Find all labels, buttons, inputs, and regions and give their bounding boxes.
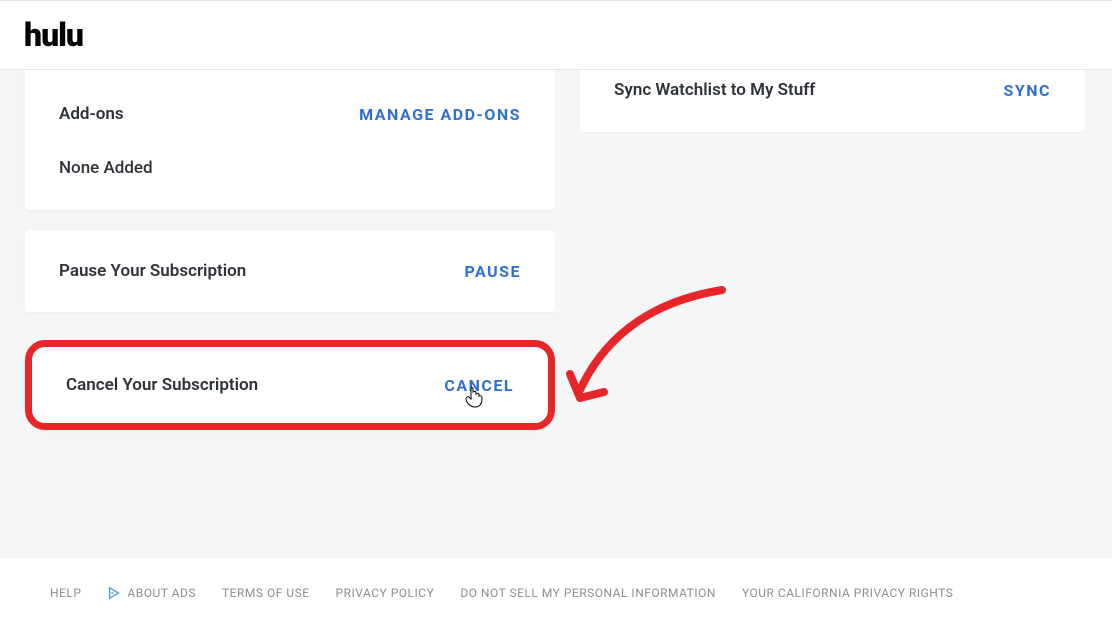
footer-links: HELP ABOUT ADS TERMS OF USE PRIVACY POLI… (0, 558, 1112, 628)
footer-about-ads-label: ABOUT ADS (127, 586, 196, 600)
pause-title: Pause Your Subscription (59, 261, 246, 281)
cancel-subscription-card: Cancel Your Subscription CANCEL (25, 340, 555, 430)
annotation-arrow-icon (562, 280, 732, 415)
cancel-title: Cancel Your Subscription (66, 375, 258, 395)
footer-about-ads[interactable]: ABOUT ADS (107, 586, 196, 600)
footer-ccpa[interactable]: YOUR CALIFORNIA PRIVACY RIGHTS (742, 586, 953, 600)
manage-addons-button[interactable]: MANAGE ADD-ONS (359, 105, 521, 124)
sync-button[interactable]: SYNC (1003, 81, 1051, 100)
pause-button[interactable]: PAUSE (464, 262, 521, 281)
adchoices-icon (107, 586, 121, 600)
sync-title: Sync Watchlist to My Stuff (614, 80, 815, 100)
addons-card: Add-ons MANAGE ADD-ONS None Added (25, 70, 555, 210)
footer-terms[interactable]: TERMS OF USE (222, 586, 310, 600)
addons-value: None Added (59, 158, 521, 178)
hulu-logo: hulu (24, 16, 83, 54)
footer-privacy[interactable]: PRIVACY POLICY (336, 586, 435, 600)
addons-title: Add-ons (59, 104, 124, 124)
cancel-button[interactable]: CANCEL (444, 376, 514, 395)
footer-help[interactable]: HELP (50, 586, 81, 600)
footer-do-not-sell[interactable]: DO NOT SELL MY PERSONAL INFORMATION (460, 586, 716, 600)
account-content: Add-ons MANAGE ADD-ONS None Added Sync W… (0, 70, 1112, 550)
app-header: hulu (0, 0, 1112, 70)
sync-watchlist-card: Sync Watchlist to My Stuff SYNC (580, 70, 1085, 132)
pause-subscription-card: Pause Your Subscription PAUSE (25, 230, 555, 312)
